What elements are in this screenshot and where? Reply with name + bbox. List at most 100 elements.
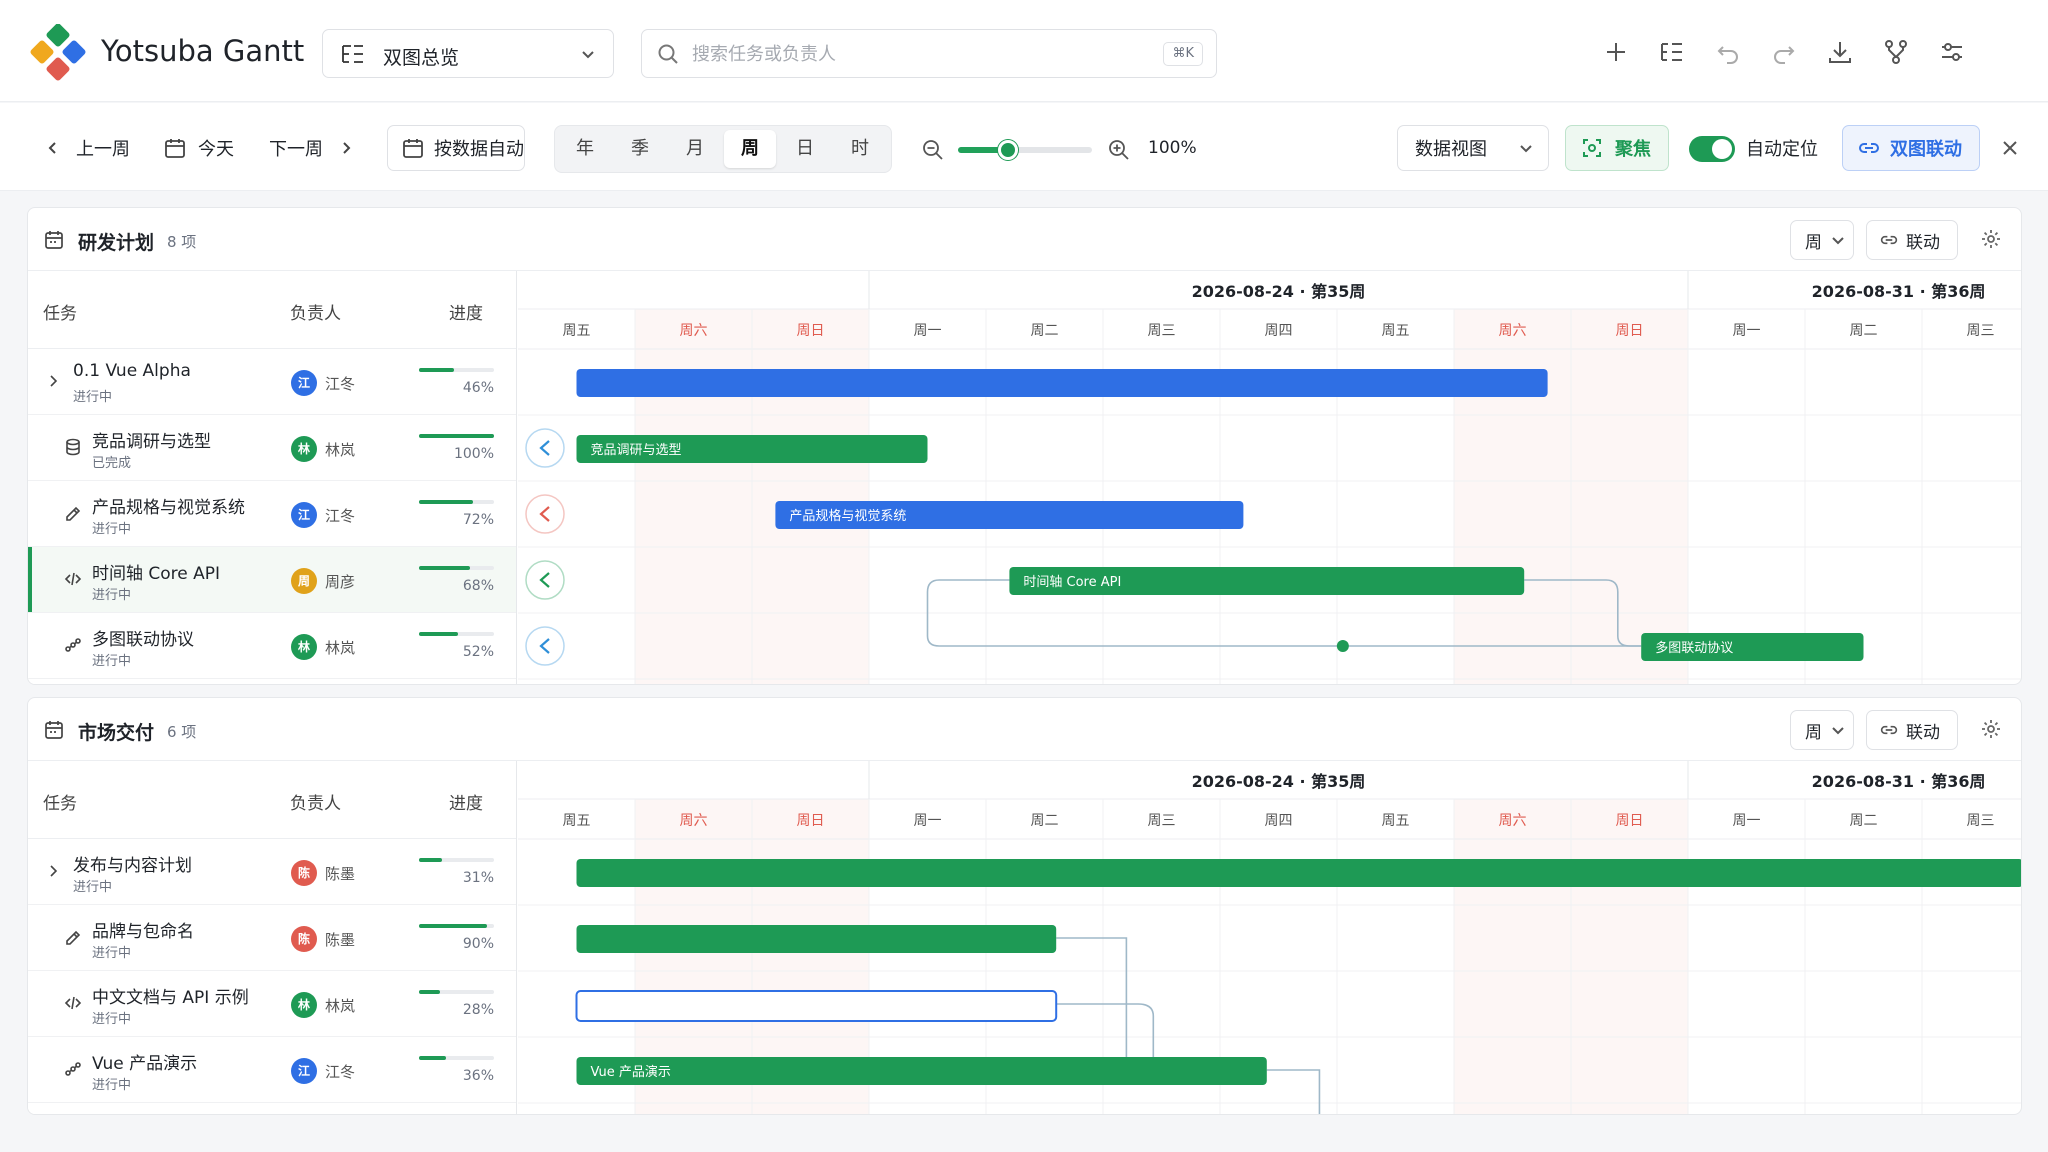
link-charts-button[interactable]: 双图联动 (1842, 125, 1980, 171)
plus-icon[interactable] (1602, 38, 1630, 66)
progress-bar (419, 1056, 494, 1060)
task-row[interactable]: 发布与内容计划 进行中 陈 陈墨 31% (28, 839, 516, 905)
day-label: 周一 (914, 323, 942, 339)
day-label: 周日 (797, 323, 825, 339)
task-status: 进行中 (92, 522, 132, 537)
close-icon[interactable] (1999, 137, 2021, 159)
day-label: 周二 (1850, 323, 1878, 339)
task-row[interactable]: 多图联动协议 进行中 林 林岚 52% (28, 613, 516, 679)
redo-icon[interactable] (1770, 38, 1798, 66)
task-marker[interactable] (525, 626, 565, 666)
task-bar[interactable] (576, 859, 2022, 887)
progress-bar (419, 858, 494, 862)
zoom-out-icon[interactable] (922, 139, 944, 161)
day-label: 周五 (563, 813, 591, 829)
panel-header: 市场交付 6 项 周 联动 (28, 698, 2021, 761)
task-name: 时间轴 Core API (92, 564, 221, 584)
data-view-label: 数据视图 (1415, 139, 1487, 160)
task-row[interactable]: 时间轴 Core API 进行中 周 周彦 68% (28, 547, 516, 613)
prev-week-button[interactable]: 上一周 (44, 131, 130, 165)
task-bar[interactable] (576, 1057, 1267, 1085)
task-row[interactable]: Vue 产品演示 进行中 江 江冬 36% (28, 1037, 516, 1103)
task-bar[interactable] (575, 990, 1058, 1022)
avatar: 江 (291, 370, 317, 396)
task-owner: 周彦 (325, 573, 356, 591)
search-box[interactable]: ⌘K (641, 29, 1217, 78)
next-week-button[interactable]: 下一周 (269, 131, 355, 165)
progress-bar (419, 924, 494, 928)
task-row[interactable]: 品牌与包命名 进行中 陈 陈墨 90% (28, 905, 516, 971)
chevron-left-icon (48, 142, 56, 154)
search-shortcut-badge: ⌘K (1163, 42, 1203, 66)
panel-scale-select[interactable]: 周 (1790, 220, 1854, 260)
zoom-slider[interactable] (958, 140, 1092, 160)
view-select[interactable]: 双图总览 (322, 29, 614, 78)
task-status: 进行中 (92, 588, 132, 603)
scale-quarter-option[interactable]: 季 (614, 130, 666, 168)
focus-icon (1583, 139, 1601, 157)
panel-title: 研发计划 (78, 232, 155, 254)
scale-hour-option[interactable]: 时 (834, 130, 886, 168)
progress-percent: 28% (462, 1002, 494, 1018)
outline-icon[interactable] (1658, 38, 1686, 66)
panel-scale-select[interactable]: 周 (1790, 710, 1854, 750)
week-label: 2026-08-31 · 第36周 (1812, 282, 1986, 301)
gear-icon[interactable] (1980, 228, 2002, 250)
focus-button[interactable]: 聚焦 (1565, 125, 1669, 171)
toggle-knob (1712, 139, 1732, 159)
gantt-timeline: 2026-08-24 · 第35周 2026-08-31 · 第36周 周五 周六 周日… (518, 761, 2021, 1114)
day-label: 周六 (680, 323, 708, 339)
task-marker[interactable] (525, 560, 565, 600)
undo-icon[interactable] (1714, 38, 1742, 66)
data-view-select[interactable]: 数据视图 (1397, 125, 1549, 171)
panel-link-button[interactable]: 联动 (1866, 710, 1958, 750)
scale-month-option[interactable]: 月 (669, 130, 721, 168)
search-input[interactable] (692, 40, 1132, 68)
calendar-icon (403, 139, 423, 158)
task-row[interactable]: 产品规格与视觉系统 进行中 江 江冬 72% (28, 481, 516, 547)
zoom-in-icon[interactable] (1108, 139, 1130, 161)
progress-bar (419, 990, 494, 994)
data-auto-button[interactable]: 按数据自动 (387, 125, 525, 171)
day-label: 周四 (1265, 813, 1293, 829)
gear-icon[interactable] (1980, 718, 2002, 740)
progress-bar-fill (419, 368, 454, 372)
outline-list-icon (342, 45, 363, 63)
task-bar[interactable] (576, 369, 1548, 397)
chevron-right-icon[interactable] (44, 372, 62, 390)
panel-link-button[interactable]: 联动 (1866, 220, 1958, 260)
task-owner: 陈墨 (325, 931, 356, 949)
day-label: 周三 (1967, 813, 1995, 829)
fork-icon[interactable] (1882, 38, 1910, 66)
task-row[interactable]: 0.1 Vue Alpha 进行中 江 江冬 46% (28, 349, 516, 415)
task-list: 任务 负责人 进度 发布与内容计划 进行中 陈 陈墨 31% 品牌与包命名 进行… (28, 761, 517, 1114)
task-bar[interactable] (576, 925, 1057, 953)
day-label: 周日 (1616, 813, 1644, 829)
download-icon[interactable] (1826, 38, 1854, 66)
top-bar: Yotsuba Gantt 双图总览 ⌘K (0, 0, 2048, 102)
zoom-slider-handle[interactable] (997, 140, 1018, 160)
task-owner: 江冬 (325, 375, 356, 393)
today-button[interactable]: 今天 (164, 131, 234, 165)
task-row[interactable]: 中文文档与 API 示例 进行中 林 林岚 28% (28, 971, 516, 1037)
progress-bar-fill (419, 500, 473, 504)
day-label: 周四 (1265, 323, 1293, 339)
scale-day-option[interactable]: 日 (779, 130, 831, 168)
auto-locate-toggle[interactable] (1689, 136, 1735, 162)
panel-link-label: 联动 (1906, 722, 1940, 743)
task-marker[interactable] (525, 494, 565, 534)
task-row[interactable]: 竞品调研与选型 已完成 林 林岚 100% (28, 415, 516, 481)
timeline-toolbar: 上一周 今天 下一周 按数据自动 年 季 月 周 日 时 100% 数据视图 聚… (0, 103, 2048, 191)
settings-sliders-icon[interactable] (1938, 38, 1966, 66)
chevron-right-icon[interactable] (44, 862, 62, 880)
scale-week-option[interactable]: 周 (724, 130, 776, 168)
gantt-chart: 2026-08-24 · 第35周 2026-08-31 · 第36周周五 周六 周日… (518, 761, 2021, 1114)
task-marker[interactable] (525, 428, 565, 468)
task-list-header: 任务 负责人 进度 (28, 271, 516, 349)
progress-percent: 36% (462, 1068, 494, 1084)
task-name: 发布与内容计划 (73, 856, 192, 876)
link-charts-label: 双图联动 (1890, 139, 1962, 160)
calendar-icon (165, 139, 185, 158)
day-label: 周二 (1031, 323, 1059, 339)
scale-year-option[interactable]: 年 (559, 130, 611, 168)
